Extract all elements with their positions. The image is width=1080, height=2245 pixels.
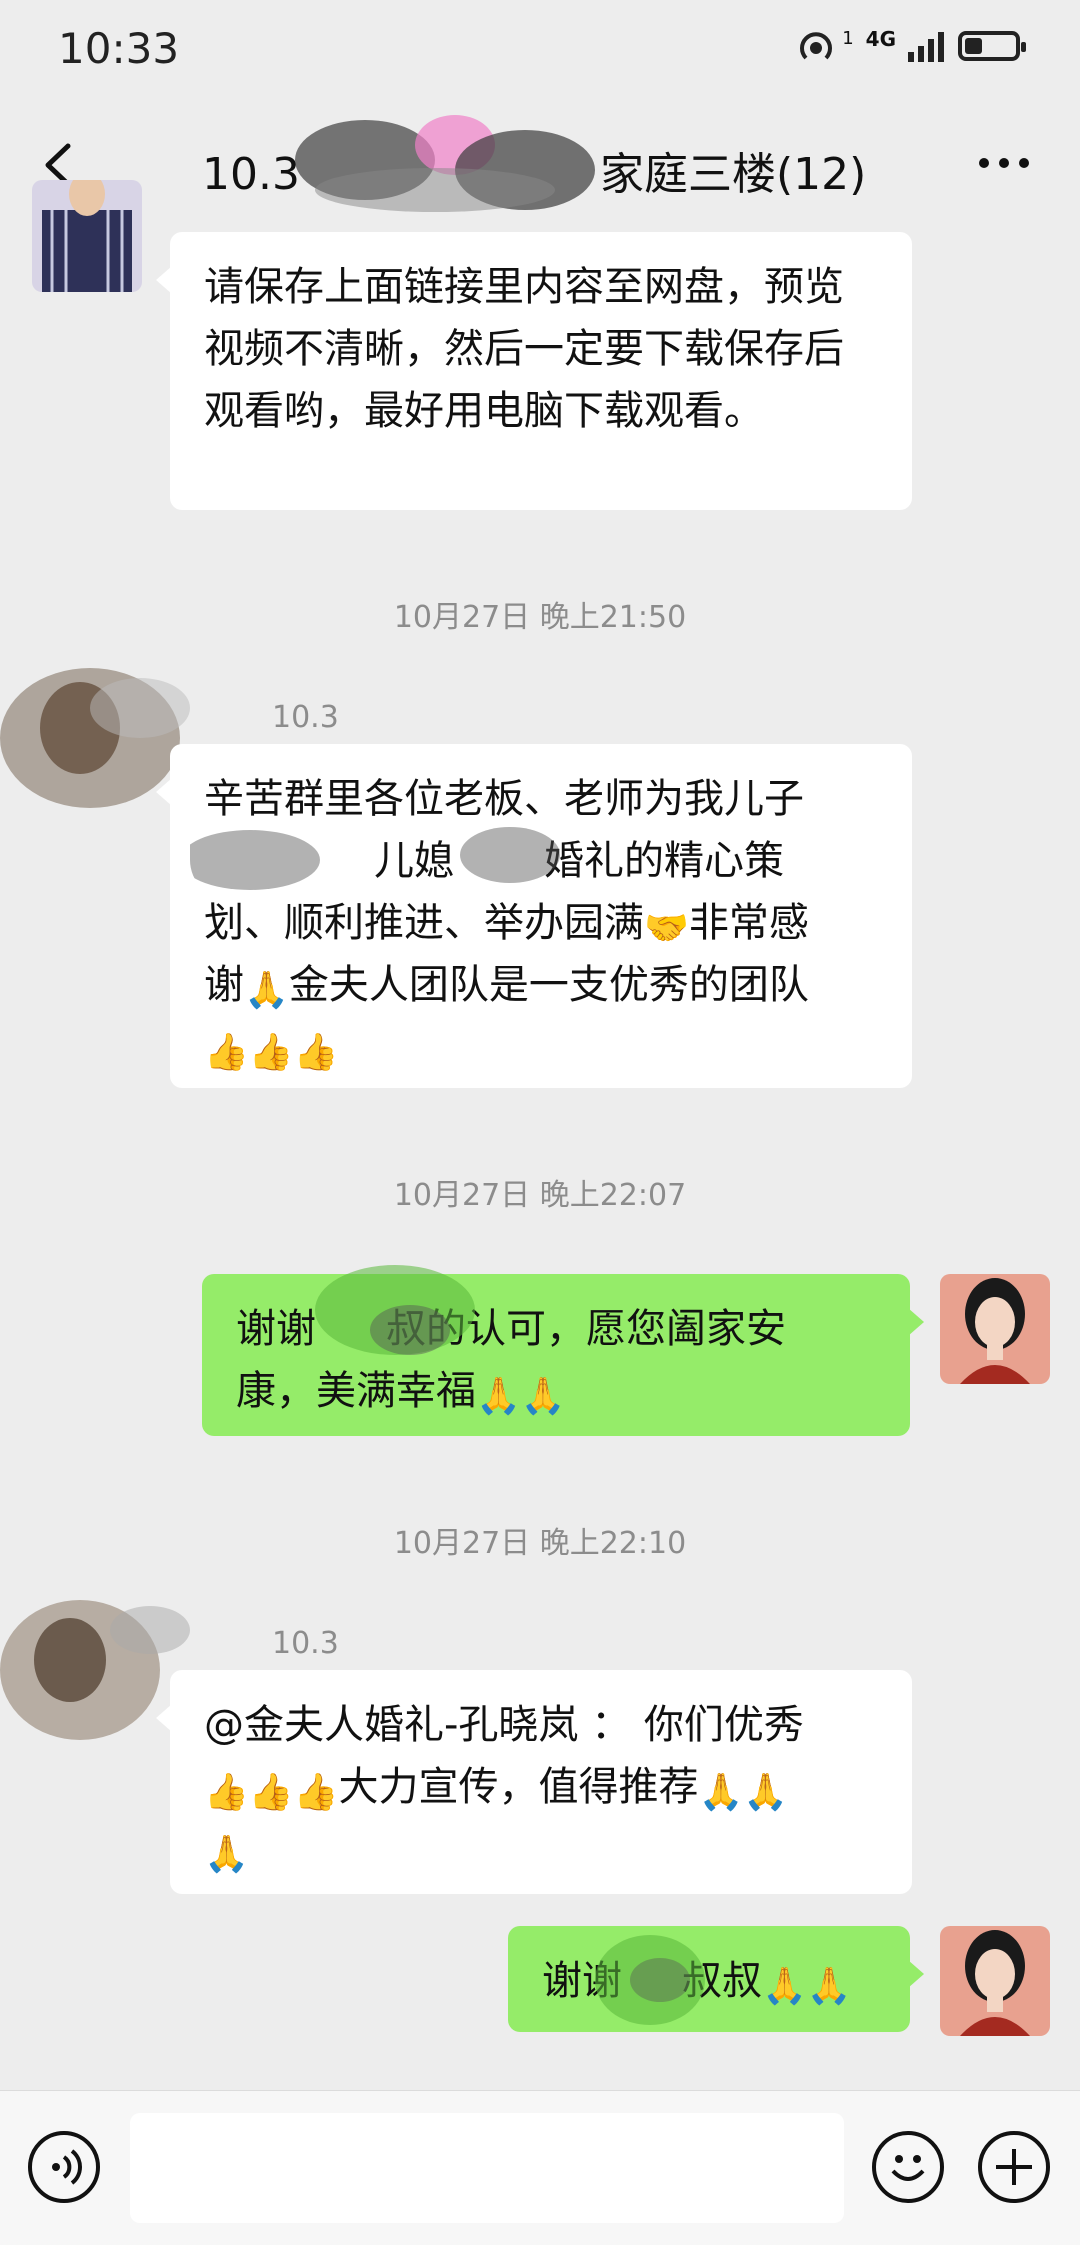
timestamp: 10月27日 晚上21:50 [393,600,687,635]
message-input[interactable] [130,2113,844,2223]
pray-icon: 🙏 [743,1772,789,1813]
timestamp: 10月27日 晚上22:10 [393,1526,687,1561]
network-type: 4G [865,27,896,51]
timestamp: 10月27日 晚上22:07 [393,1178,687,1213]
handshake-icon: 🤝 [644,908,689,949]
status-time: 10:33 [58,24,180,73]
avatar-self[interactable] [940,1274,1050,1384]
message-bubble-2[interactable]: 辛苦群里各位老板、老师为我儿子 儿媳 婚礼的精心策 划、顺利推进、举办园满🤝非常感… [156,744,912,1088]
battery-icon [958,31,1026,61]
voice-icon[interactable] [28,2131,100,2203]
redaction-scribble [315,1265,475,1355]
message-line: 👍👍👍 [204,1016,878,1078]
message-line: 👍👍👍大力宣传，值得推荐🙏🙏 [204,1764,789,1813]
message-text: 请保存上面链接里内容至网盘，预览视频不清晰，然后一定要下载保存后观看哟，最好用电… [204,264,844,434]
pray-icon: 🙏 [762,1966,807,2007]
avatar-sender-1[interactable] [32,180,142,292]
avatar-self[interactable] [940,1926,1050,2036]
redaction-scribble [190,827,560,890]
input-bar [0,2090,1080,2245]
redaction-scribble [295,115,595,212]
pray-icon: 🙏 [476,1376,521,1417]
plus-icon[interactable] [978,2131,1050,2203]
more-dots-icon[interactable] [976,154,1032,172]
pray-icon: 🙏 [520,1376,566,1417]
sim-index: 1 [842,27,854,49]
status-bar: 10:33 1 4G [0,0,1080,100]
signal-icon [908,32,944,62]
thumbs-up-icon: 👍 [248,1032,294,1073]
message-line: 划、顺利推进、举办园满🤝非常感 [204,900,809,949]
message-bubble-1[interactable]: 请保存上面链接里内容至网盘，预览视频不清晰，然后一定要下载保存后观看哟，最好用电… [156,232,912,510]
pray-icon: 🙏 [806,1966,852,2007]
message-line: @金夫人婚礼-孔晓岚 ： 你们优秀 [204,1702,804,1748]
message-bubble-4[interactable]: @金夫人婚礼-孔晓岚 ： 你们优秀 👍👍👍大力宣传，值得推荐🙏🙏 🙏 [156,1670,912,1894]
pray-icon: 🙏 [204,1834,249,1875]
thumbs-up-icon: 👍 [204,1772,249,1813]
hotspot-icon [800,32,833,60]
message-line: 🙏 [204,1818,878,1880]
sender-name: 10.3 [272,1626,339,1661]
message-line: 谢🙏金夫人团队是一支优秀的团队 [204,962,809,1011]
thumbs-up-icon: 👍 [293,1772,339,1813]
thumbs-up-icon: 👍 [248,1772,294,1813]
redaction-scribble [595,1935,705,2025]
pray-icon: 🙏 [698,1772,744,1813]
status-icons: 1 4G [798,27,1026,64]
battery-level [965,38,982,54]
thumbs-up-icon: 👍 [293,1032,339,1073]
sender-name: 10.3 [272,700,339,735]
thumbs-up-icon: 👍 [204,1032,249,1073]
pray-icon: 🙏 [244,970,289,1011]
chat-header: 10.3 家庭三楼(12) [0,100,1080,230]
smiley-icon[interactable] [872,2131,944,2203]
